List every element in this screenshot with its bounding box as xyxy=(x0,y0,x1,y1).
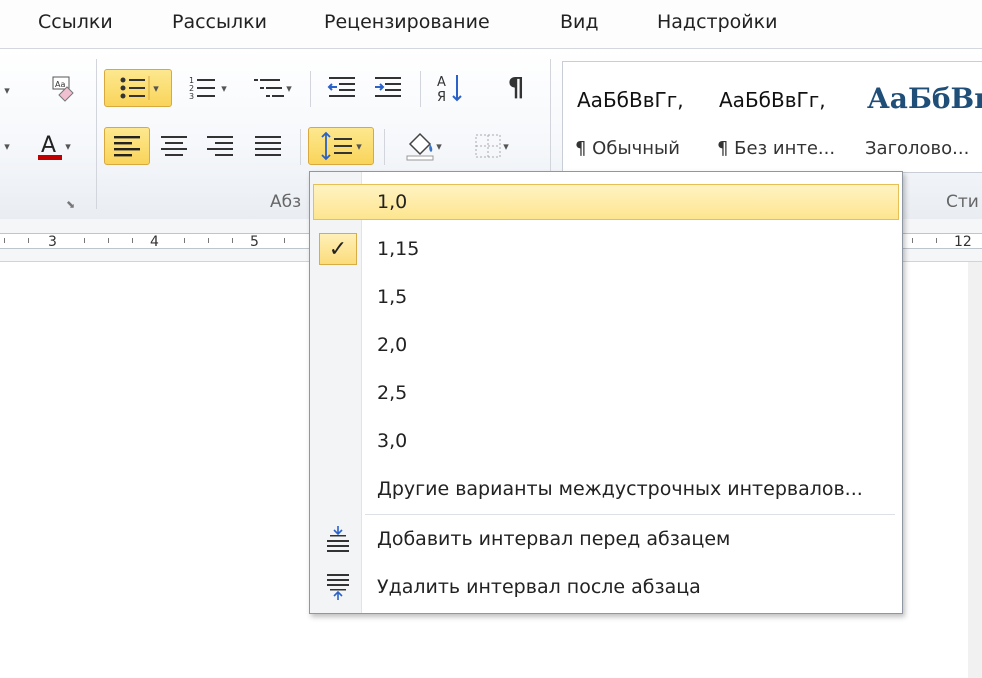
tab-view[interactable]: Вид xyxy=(560,11,599,33)
menu-item-label: Добавить интервал перед абзацем xyxy=(377,528,731,550)
menu-item-label: 2,0 xyxy=(377,334,408,356)
decrease-indent-icon xyxy=(327,77,355,97)
justify-button[interactable] xyxy=(246,127,290,165)
line-spacing-icon xyxy=(321,131,353,161)
ruler-number: 12 xyxy=(954,234,972,250)
clear-formatting-button[interactable]: Aa xyxy=(42,69,82,107)
menu-item-label: 1,5 xyxy=(377,286,408,308)
menu-item-remove-space-after[interactable]: Удалить интервал после абзаца xyxy=(313,569,899,605)
menu-item-more-spacing-options[interactable]: Другие варианты междустрочных интервалов… xyxy=(313,471,899,507)
pilcrow-icon: ¶ xyxy=(507,73,525,103)
style-normal[interactable]: АаБбВвГг, ¶ Обычный xyxy=(563,62,705,172)
clear-formatting-icon: Aa xyxy=(52,76,74,102)
sort-icon: A Я xyxy=(437,75,462,104)
line-spacing-button[interactable]: ▾ xyxy=(308,127,374,165)
paint-bucket-icon xyxy=(406,132,434,161)
menu-item-label: Другие варианты междустрочных интервалов… xyxy=(377,478,863,500)
svg-text:A: A xyxy=(41,133,56,158)
svg-text:Я: Я xyxy=(437,90,446,104)
align-center-icon xyxy=(161,136,187,156)
style-name: ¶ Обычный xyxy=(575,138,680,159)
align-left-button[interactable] xyxy=(104,127,150,165)
menu-item-label: 3,0 xyxy=(377,430,408,452)
borders-icon xyxy=(475,134,501,158)
multilevel-list-button[interactable]: ▾ xyxy=(244,69,300,107)
justify-icon xyxy=(255,136,281,156)
increase-indent-icon xyxy=(375,77,401,97)
align-center-button[interactable] xyxy=(152,127,196,165)
menu-item-label: 2,5 xyxy=(377,382,408,404)
style-name: Заголово... xyxy=(865,138,970,159)
menu-item-add-space-before[interactable]: Добавить интервал перед абзацем xyxy=(313,521,899,557)
group-label-styles: Сти xyxy=(946,192,979,212)
tab-references[interactable]: Ссылки xyxy=(38,11,113,33)
ruler-number: 3 xyxy=(48,234,57,250)
increase-indent-button[interactable] xyxy=(368,69,408,107)
multilevel-list-icon xyxy=(254,79,285,97)
menu-separator xyxy=(365,514,895,515)
font-size-dropdown-arrow[interactable]: ▾ xyxy=(0,71,14,109)
dialog-launcher-icon[interactable]: ⬊ xyxy=(66,199,78,211)
menu-item-spacing-3-0[interactable]: 3,0 xyxy=(313,423,899,459)
menu-item-spacing-2-5[interactable]: 2,5 xyxy=(313,375,899,411)
tab-review[interactable]: Рецензирование xyxy=(324,11,490,33)
line-spacing-menu: 1,0 ✓ 1,15 1,5 2,0 2,5 3,0 Другие вариан… xyxy=(309,171,903,614)
borders-button[interactable]: ▾ xyxy=(462,127,520,165)
svg-text:A: A xyxy=(437,75,446,90)
font-color-icon: A xyxy=(38,133,63,160)
sort-button[interactable]: A Я xyxy=(430,69,470,107)
add-space-before-icon xyxy=(327,526,349,552)
ribbon-tab-bar: Ссылки Рассылки Рецензирование Вид Надст… xyxy=(0,0,982,48)
menu-item-label: Удалить интервал после абзаца xyxy=(377,576,701,598)
bullets-icon xyxy=(120,76,150,100)
bullets-button[interactable]: ▾ xyxy=(104,69,172,107)
show-marks-button[interactable]: ¶ xyxy=(496,69,536,107)
style-sample: АаБбВı xyxy=(867,82,982,115)
shading-button[interactable]: ▾ xyxy=(392,127,454,165)
group-label-paragraph: Абз xyxy=(270,192,302,212)
align-left-icon xyxy=(114,136,140,157)
menu-item-spacing-1-5[interactable]: 1,5 xyxy=(313,279,899,315)
checkmark-icon: ✓ xyxy=(319,233,357,265)
ruler-number: 5 xyxy=(250,234,259,250)
svg-text:3: 3 xyxy=(189,92,194,101)
font-color-button[interactable]: A ▾ xyxy=(26,127,80,165)
styles-gallery: АаБбВвГг, ¶ Обычный АаБбВвГг, ¶ Без инте… xyxy=(562,61,982,173)
numbering-button[interactable]: 1 2 3 ▾ xyxy=(180,69,236,107)
text-effects-dropdown-arrow[interactable]: ▾ xyxy=(0,127,14,165)
menu-item-spacing-1-15[interactable]: ✓ 1,15 xyxy=(313,231,899,267)
ruler-number: 4 xyxy=(150,234,159,250)
align-right-button[interactable] xyxy=(198,127,242,165)
tab-addins[interactable]: Надстройки xyxy=(657,11,777,33)
numbering-icon: 1 2 3 xyxy=(189,76,216,101)
menu-item-label: 1,15 xyxy=(377,238,420,260)
svg-text:Aa: Aa xyxy=(55,80,65,89)
style-sample: АаБбВвГг, xyxy=(719,88,826,112)
style-name: ¶ Без инте... xyxy=(717,138,836,159)
style-sample: АаБбВвГг, xyxy=(577,88,684,112)
align-right-icon xyxy=(207,136,233,156)
decrease-indent-button[interactable] xyxy=(322,69,362,107)
tab-mailings[interactable]: Рассылки xyxy=(172,11,267,33)
style-heading-1[interactable]: АаБбВı Заголово... xyxy=(853,62,982,172)
menu-item-spacing-2-0[interactable]: 2,0 xyxy=(313,327,899,363)
style-no-spacing[interactable]: АаБбВвГг, ¶ Без инте... xyxy=(705,62,853,172)
remove-space-after-icon xyxy=(327,574,349,600)
menu-item-label: 1,0 xyxy=(377,191,408,213)
menu-item-spacing-1-0[interactable]: 1,0 xyxy=(313,184,899,220)
